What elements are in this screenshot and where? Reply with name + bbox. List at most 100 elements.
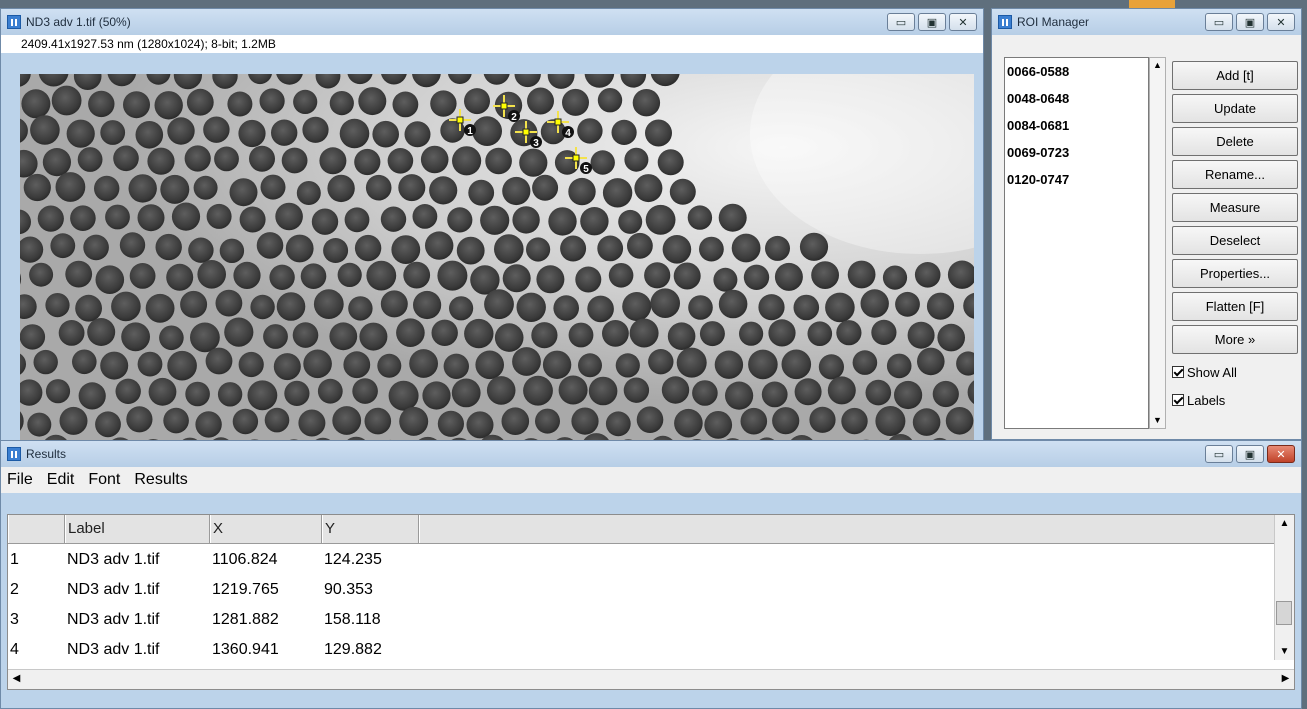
- scroll-up-icon[interactable]: ▲: [1150, 58, 1165, 73]
- particle: [645, 119, 672, 147]
- particle: [59, 406, 88, 435]
- table-row[interactable]: 3 ND3 adv 1.tif 1281.882 158.118: [8, 605, 419, 635]
- particle: [636, 406, 664, 434]
- particle: [137, 351, 163, 377]
- particle: [45, 293, 70, 318]
- update-button[interactable]: Update: [1172, 94, 1298, 123]
- particle: [809, 406, 836, 433]
- more-button[interactable]: More »: [1172, 325, 1298, 354]
- particle: [167, 350, 197, 381]
- particle: [472, 116, 502, 146]
- roi-manager-titlebar[interactable]: ROI Manager ▭ ▣ ✕: [992, 9, 1301, 35]
- checkbox-checked-icon[interactable]: [1172, 366, 1184, 378]
- particle: [148, 377, 177, 406]
- particle: [264, 407, 290, 433]
- roi-list-item[interactable]: 0084-0681: [1005, 112, 1148, 139]
- roi-list-item[interactable]: 0066-0588: [1005, 58, 1148, 85]
- table-row[interactable]: 1 ND3 adv 1.tif 1106.824 124.235: [8, 545, 419, 575]
- results-table[interactable]: Label X Y 1 ND3 adv 1.tif 1106.824 124.2…: [7, 514, 1295, 690]
- add-button[interactable]: Add [t]: [1172, 61, 1298, 90]
- table-vertical-scrollbar[interactable]: ▲ ▼: [1274, 515, 1294, 660]
- roi-list-item[interactable]: 0120-0747: [1005, 166, 1148, 193]
- menu-edit[interactable]: Edit: [47, 471, 75, 489]
- particle: [275, 202, 303, 231]
- particle: [914, 262, 941, 288]
- column-header-label[interactable]: Label: [65, 515, 210, 543]
- particle: [51, 85, 82, 116]
- cell-label: ND3 adv 1.tif: [67, 551, 160, 568]
- table-header: Label X Y: [8, 515, 1274, 544]
- particle: [238, 119, 266, 148]
- scroll-down-icon[interactable]: ▼: [1150, 413, 1165, 428]
- show-all-checkbox[interactable]: Show All: [1172, 358, 1298, 386]
- minimize-button[interactable]: ▭: [1205, 13, 1233, 31]
- particle: [882, 265, 908, 290]
- particle: [391, 235, 421, 264]
- results-menu-bar: File Edit Font Results: [1, 467, 1301, 493]
- cell-index: 2: [10, 581, 19, 598]
- particle: [83, 234, 109, 261]
- marker-label: 5: [583, 164, 589, 175]
- cell-x: 1219.765: [212, 581, 279, 598]
- scroll-down-icon[interactable]: ▼: [1275, 643, 1294, 660]
- particle: [348, 296, 373, 321]
- labels-checkbox[interactable]: Labels: [1172, 386, 1298, 414]
- particle: [860, 289, 889, 318]
- particle: [186, 88, 214, 116]
- minimize-button[interactable]: ▭: [1205, 445, 1233, 463]
- particle: [364, 407, 392, 435]
- scroll-right-icon[interactable]: ▶: [1277, 670, 1294, 688]
- cell-label: ND3 adv 1.tif: [67, 641, 160, 658]
- measure-button[interactable]: Measure: [1172, 193, 1298, 222]
- roi-list-item[interactable]: 0069-0723: [1005, 139, 1148, 166]
- deselect-button[interactable]: Deselect: [1172, 226, 1298, 255]
- minimize-button[interactable]: ▭: [887, 13, 915, 31]
- particle: [704, 411, 733, 439]
- particle: [123, 91, 150, 119]
- menu-font[interactable]: Font: [88, 471, 120, 489]
- table-row[interactable]: 4 ND3 adv 1.tif 1360.941 129.882: [8, 635, 419, 665]
- flatten-button[interactable]: Flatten [F]: [1172, 292, 1298, 321]
- particle: [748, 349, 778, 380]
- particle: [23, 173, 51, 202]
- maximize-button[interactable]: ▣: [1236, 445, 1264, 463]
- properties-button[interactable]: Properties...: [1172, 259, 1298, 288]
- menu-results[interactable]: Results: [134, 471, 187, 489]
- column-header-x[interactable]: X: [210, 515, 322, 543]
- close-button[interactable]: ✕: [1267, 445, 1295, 463]
- particle: [317, 378, 343, 404]
- micrograph-image: 1 2 3 4 5: [20, 74, 974, 454]
- results-titlebar[interactable]: Results ▭ ▣ ✕: [1, 441, 1301, 467]
- particle: [718, 203, 747, 232]
- maximize-button[interactable]: ▣: [1236, 13, 1264, 31]
- checkbox-checked-icon[interactable]: [1172, 394, 1184, 406]
- image-window-titlebar[interactable]: ND3 adv 1.tif (50%) ▭ ▣ ✕: [1, 9, 983, 35]
- roi-list-scrollbar[interactable]: ▲ ▼: [1149, 57, 1166, 429]
- particle: [676, 347, 707, 378]
- roi-list-item[interactable]: 0048-0648: [1005, 85, 1148, 112]
- scroll-left-icon[interactable]: ◀: [8, 670, 25, 688]
- close-button[interactable]: ✕: [949, 13, 977, 31]
- scroll-up-icon[interactable]: ▲: [1275, 515, 1294, 532]
- menu-file[interactable]: File: [7, 471, 33, 489]
- roi-list[interactable]: 0066-0588 0048-0648 0084-0681 0069-0723 …: [1004, 57, 1149, 429]
- particle: [650, 288, 680, 318]
- rename-button[interactable]: Rename...: [1172, 160, 1298, 189]
- table-row[interactable]: 2 ND3 adv 1.tif 1219.765 90.353: [8, 575, 419, 605]
- maximize-button[interactable]: ▣: [918, 13, 946, 31]
- particle: [562, 88, 589, 116]
- scroll-thumb[interactable]: [1276, 601, 1292, 625]
- close-button[interactable]: ✕: [1267, 13, 1295, 31]
- particle: [354, 234, 382, 262]
- micrograph-canvas[interactable]: 1 2 3 4 5: [20, 74, 974, 454]
- table-horizontal-scrollbar[interactable]: ◀ ▶: [8, 669, 1294, 689]
- column-header-index[interactable]: [8, 515, 65, 543]
- delete-button[interactable]: Delete: [1172, 127, 1298, 156]
- particle: [193, 175, 218, 200]
- particle: [197, 260, 226, 289]
- column-header-y[interactable]: Y: [322, 515, 419, 543]
- particle: [285, 234, 314, 263]
- roi-manager-window[interactable]: ROI Manager ▭ ▣ ✕ 0066-0588 0048-0648 00…: [991, 8, 1302, 440]
- particle: [171, 202, 201, 231]
- particle: [387, 148, 414, 174]
